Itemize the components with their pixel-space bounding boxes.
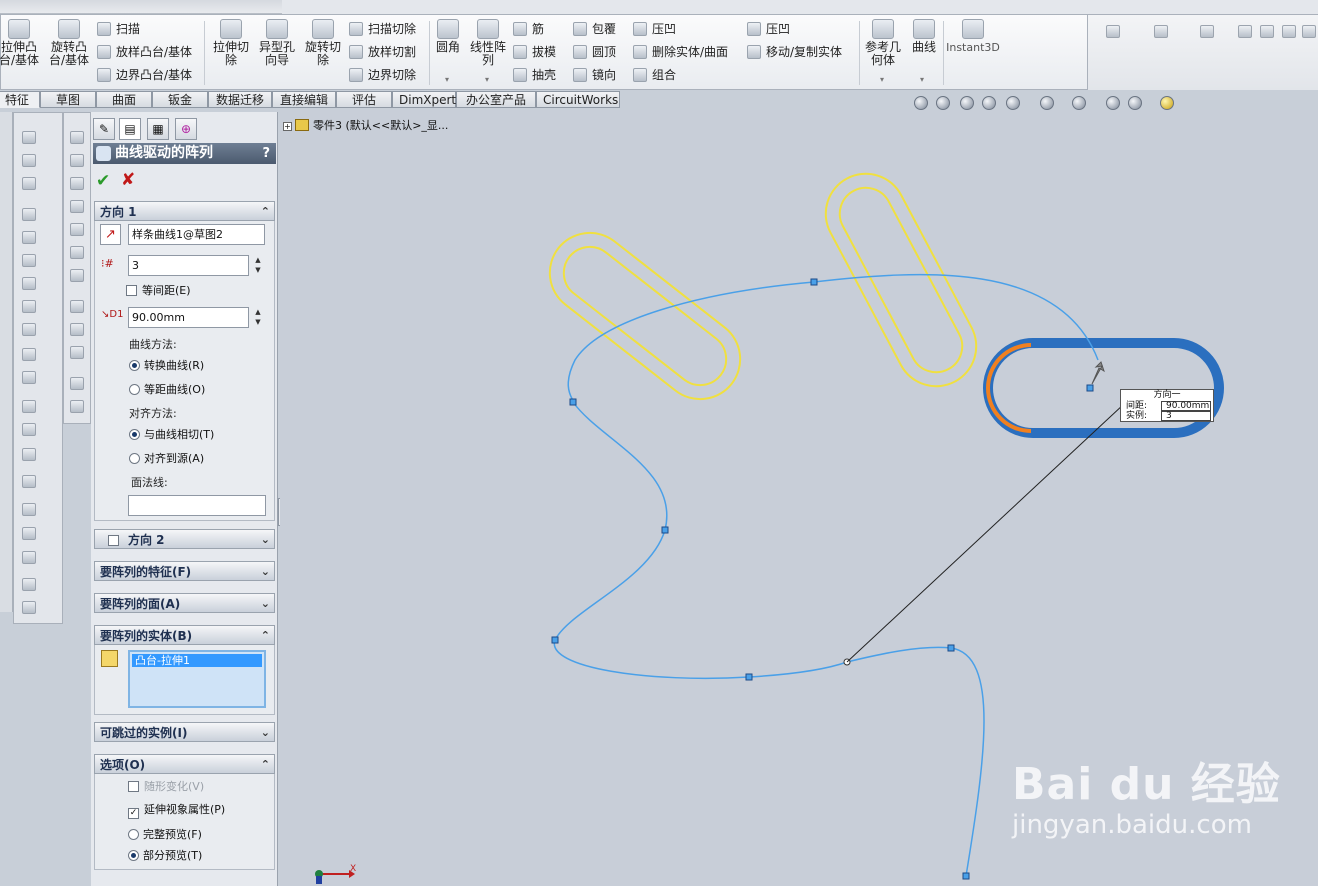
pattern-preview-1 <box>548 231 742 401</box>
pattern-callout[interactable]: 方向一 间距: 90.00mm 实例: 3 <box>1120 389 1214 422</box>
callout-instances-row: 实例: 3 <box>1121 411 1213 421</box>
callout-spacing-row: 间距: 90.00mm <box>1126 401 1211 411</box>
zoom-to-area-icon[interactable] <box>936 96 950 110</box>
spline-point[interactable] <box>962 872 970 880</box>
edit-appearance-icon[interactable] <box>1106 96 1120 110</box>
x-axis-label: X <box>350 864 357 874</box>
view-orientation-icon[interactable] <box>1006 96 1020 110</box>
callout-leader <box>846 403 1125 663</box>
zoom-to-fit-icon[interactable] <box>914 96 928 110</box>
callout-instances-value[interactable]: 3 <box>1161 411 1211 421</box>
spline-point[interactable] <box>810 278 818 286</box>
apply-scene-icon[interactable] <box>1128 96 1142 110</box>
callout-title: 方向一 <box>1153 390 1181 400</box>
previous-view-icon[interactable] <box>960 96 974 110</box>
spline-point[interactable] <box>551 636 559 644</box>
spline-point[interactable] <box>947 644 955 652</box>
display-style-icon[interactable] <box>1040 96 1054 110</box>
expand-plus-icon[interactable]: + <box>283 122 292 131</box>
hide-show-items-icon[interactable] <box>1072 96 1086 110</box>
section-view-icon[interactable] <box>982 96 996 110</box>
callout-spacing-value[interactable]: 90.00mm <box>1161 401 1211 411</box>
spline-point[interactable] <box>661 526 669 534</box>
spline-point[interactable] <box>745 673 753 681</box>
watermark-url: jingyan.baidu.com <box>1012 810 1252 840</box>
feature-tree-flyout[interactable]: + 零件3 (默认<<默认>_显... <box>283 117 448 133</box>
direction-arrow-icon[interactable] <box>1091 361 1105 385</box>
view-settings-icon[interactable] <box>1160 96 1174 110</box>
spline-point[interactable] <box>1086 384 1094 392</box>
part-icon <box>295 119 309 131</box>
origin-triad: X <box>313 864 361 886</box>
watermark-logo: Bai du 经验 <box>1012 759 1281 810</box>
spline-point[interactable] <box>569 398 577 406</box>
baidu-watermark: Bai du 经验 jingyan.baidu.com <box>1012 748 1281 840</box>
